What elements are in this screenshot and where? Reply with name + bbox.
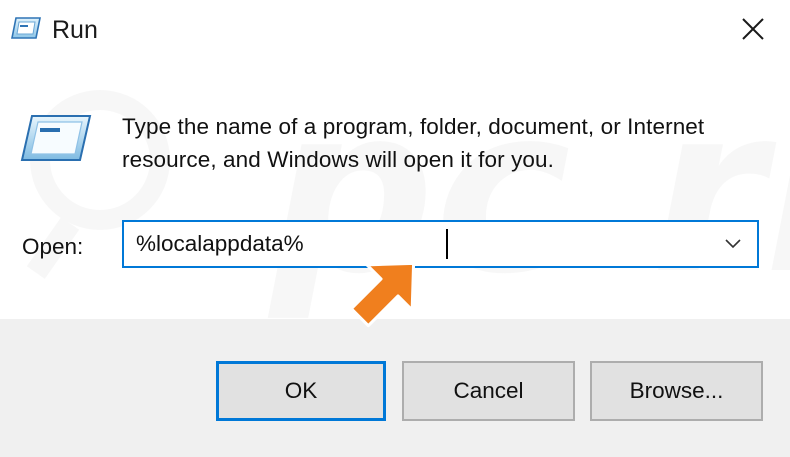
window-title: Run (52, 16, 98, 44)
dropdown-button[interactable] (713, 224, 753, 264)
close-button[interactable] (727, 6, 779, 52)
open-input[interactable] (136, 222, 696, 266)
title-bar: Run (0, 0, 790, 63)
run-program-icon (20, 115, 92, 161)
instructions-text: Type the name of a program, folder, docu… (122, 114, 705, 172)
run-dialog: Run pc risk.com Type the name of (0, 0, 790, 457)
open-combobox[interactable] (122, 220, 759, 268)
dialog-body (0, 62, 790, 319)
run-app-icon (11, 17, 41, 39)
text-caret (446, 229, 448, 259)
browse-button[interactable]: Browse... (590, 361, 763, 421)
chevron-down-icon (725, 239, 741, 249)
close-icon (742, 18, 764, 40)
cancel-button[interactable]: Cancel (402, 361, 575, 421)
ok-button[interactable]: OK (216, 361, 386, 421)
open-label: Open: (22, 234, 84, 259)
